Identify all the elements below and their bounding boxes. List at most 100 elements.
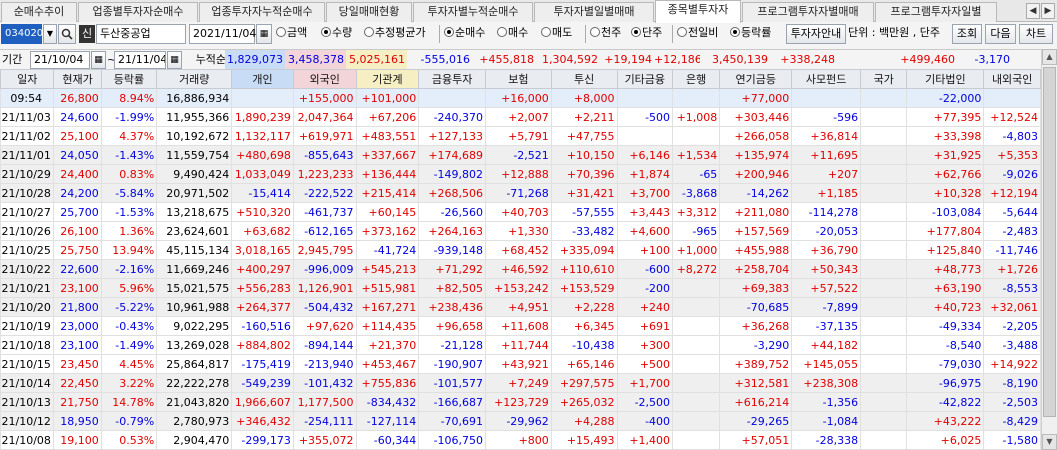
table-row[interactable]: 21/10/26 26,100 1.36% 23,624,601 +63,682 -612… — [0, 221, 1041, 241]
table-row[interactable]: 21/10/14 22,450 3.22% 22,222,278 -549,239 -10… — [0, 373, 1041, 393]
radio-prev[interactable]: 전일비 — [677, 24, 718, 44]
stock-code-input[interactable]: 034020 — [1, 24, 43, 44]
tab-8[interactable]: 프로그램투자자일별 — [875, 2, 997, 22]
table-row[interactable]: 21/10/12 18,950 -0.79% 2,780,973 +346,432 -25… — [0, 411, 1041, 431]
column-header[interactable]: 일자 — [0, 69, 55, 89]
column-header[interactable]: 국가 — [860, 69, 908, 89]
date-input[interactable]: 2021/11/04 — [189, 24, 256, 44]
radio-sell-dot[interactable] — [541, 27, 551, 37]
scroll-thumb[interactable] — [1043, 67, 1056, 417]
tab-prev-icon[interactable]: ◀ — [1026, 3, 1040, 19]
column-header[interactable]: 보험 — [485, 69, 552, 89]
radio-rate-dot[interactable] — [730, 27, 740, 37]
column-header[interactable]: 기타법인 — [906, 69, 985, 89]
radio-net-dot[interactable] — [444, 27, 454, 37]
radio-single-dot[interactable] — [631, 27, 641, 37]
radio-amount[interactable]: 금액 — [276, 24, 307, 44]
column-header[interactable]: 외국인 — [292, 69, 357, 89]
radio-net[interactable]: 순매수 — [444, 24, 485, 44]
table-row[interactable]: 21/10/19 23,000 -0.43% 9,022,295 -160,516 +97… — [0, 316, 1041, 336]
column-header[interactable]: 사모펀드 — [791, 69, 862, 89]
tab-6[interactable]: 종목별투자자 — [655, 0, 741, 23]
dropdown-icon[interactable]: ▼ — [43, 24, 57, 44]
scroll-up-icon[interactable]: ▲ — [1042, 49, 1057, 65]
column-header[interactable]: 거래량 — [156, 69, 233, 89]
radio-avg[interactable]: 추정평균가 — [364, 24, 426, 44]
radio-thousand[interactable]: 천주 — [590, 24, 621, 44]
tab-next-icon[interactable]: ▶ — [1041, 3, 1055, 19]
column-header[interactable]: 기타금융 — [616, 69, 674, 89]
table-row[interactable]: 09:54 26,800 8.94% 16,886,934 +155,000 +101,0… — [0, 88, 1041, 108]
cumulative-value: 5,025,161 — [346, 50, 407, 70]
table-cell — [860, 107, 908, 127]
chart-button[interactable]: 차트 — [1019, 24, 1053, 44]
table-row[interactable]: 21/10/18 23,100 -1.49% 13,269,028 +884,802 -8… — [0, 335, 1041, 355]
search-button[interactable]: 조회 — [952, 24, 982, 44]
column-header[interactable]: 투신 — [550, 69, 618, 89]
table-row[interactable]: 21/11/03 24,600 -1.99% 11,955,366 1,890,239 2… — [0, 107, 1041, 127]
table-row[interactable]: 21/10/15 23,450 4.45% 25,864,817 -175,419 -21… — [0, 354, 1041, 374]
tab-5[interactable]: 투자자별일별매매 — [534, 2, 654, 22]
column-header[interactable]: 금융투자 — [418, 69, 487, 89]
radio-sell[interactable]: 매도 — [541, 24, 572, 44]
column-header[interactable]: 내외국인 — [983, 69, 1041, 89]
table-cell: -9,026 — [983, 164, 1041, 184]
period-to-input[interactable]: 21/11/04 — [114, 51, 166, 69]
column-header[interactable]: 기관계 — [355, 69, 420, 89]
tab-0[interactable]: 순매수추이 — [1, 2, 77, 22]
table-row[interactable]: 21/10/25 25,750 13.94% 45,115,134 3,018,165 2… — [0, 240, 1041, 260]
column-header[interactable]: 은행 — [672, 69, 721, 89]
table-cell: 10,192,672 — [156, 126, 233, 146]
vertical-scrollbar[interactable]: ▲ ▼ — [1041, 49, 1057, 450]
table-row[interactable]: 21/11/02 25,100 4.37% 10,192,672 1,132,117 +6… — [0, 126, 1041, 146]
scroll-down-icon[interactable]: ▼ — [1042, 434, 1057, 450]
table-cell — [672, 278, 721, 298]
tab-7[interactable]: 프로그램투자자별매매 — [742, 2, 874, 22]
radio-qty-dot[interactable] — [321, 27, 331, 37]
table-row[interactable]: 21/10/27 25,700 -1.53% 13,218,675 +510,320 -4… — [0, 202, 1041, 222]
radio-amount-dot[interactable] — [276, 27, 286, 37]
table-cell — [860, 202, 908, 222]
cumulative-value: +455,818 — [479, 53, 534, 66]
column-header[interactable]: 현재가 — [53, 69, 102, 89]
tab-1[interactable]: 업종별투자자순매수 — [78, 2, 198, 22]
calendar-icon[interactable]: ▦ — [167, 51, 182, 69]
investor-guide-button[interactable]: 투자자안내 — [786, 24, 846, 44]
period-from-input[interactable]: 21/10/04 — [30, 51, 90, 69]
tab-2[interactable]: 업종투자자누적순매수 — [199, 2, 325, 22]
radio-qty[interactable]: 수량 — [321, 24, 352, 44]
table-cell: +556,283 — [231, 278, 294, 298]
tab-4[interactable]: 투자자별누적순매수 — [413, 2, 533, 22]
column-header[interactable]: 개인 — [231, 69, 294, 89]
table-cell: +373,162 — [355, 221, 420, 241]
column-header[interactable]: 등락률 — [100, 69, 158, 89]
table-cell — [672, 373, 721, 393]
radio-rate[interactable]: 등락률 — [730, 24, 771, 44]
table-cell: 3,018,165 — [231, 240, 294, 260]
table-row[interactable]: 21/10/08 19,100 0.53% 2,904,470 -299,173 +355… — [0, 430, 1041, 450]
calendar-icon[interactable]: ▦ — [256, 24, 272, 44]
table-row[interactable]: 21/10/13 21,750 14.78% 21,043,820 1,966,607 1… — [0, 392, 1041, 412]
table-row[interactable]: 21/10/22 22,600 -2.16% 11,669,246 +400,297 -9… — [0, 259, 1041, 279]
search-icon[interactable] — [58, 24, 76, 44]
table-cell: -60,344 — [355, 430, 420, 450]
calendar-icon[interactable]: ▦ — [91, 51, 106, 69]
tab-3[interactable]: 당일매매현황 — [326, 2, 412, 22]
radio-thousand-dot[interactable] — [590, 27, 600, 37]
table-row[interactable]: 21/10/28 24,200 -5.84% 20,971,502 -15,414 -22… — [0, 183, 1041, 203]
column-header[interactable]: 연기금등 — [719, 69, 793, 89]
next-button[interactable]: 다음 — [985, 24, 1016, 44]
table-row[interactable]: 21/11/01 24,050 -1.43% 11,559,754 +480,698 -8… — [0, 145, 1041, 165]
table-row[interactable]: 21/10/29 24,400 0.83% 9,490,424 1,033,049 1,2… — [0, 164, 1041, 184]
radio-single[interactable]: 단주 — [631, 24, 662, 44]
radio-prev-dot[interactable] — [677, 27, 687, 37]
table-cell: +2,007 — [485, 107, 552, 127]
radio-avg-dot[interactable] — [364, 27, 374, 37]
table-cell: -11,746 — [983, 240, 1041, 260]
table-cell: +57,522 — [791, 278, 862, 298]
table-row[interactable]: 21/10/20 21,800 -5.22% 10,961,988 +264,377 -5… — [0, 297, 1041, 317]
radio-buy[interactable]: 매수 — [497, 24, 528, 44]
table-cell: -71,268 — [485, 183, 552, 203]
radio-buy-dot[interactable] — [497, 27, 507, 37]
table-row[interactable]: 21/10/21 23,100 5.96% 15,021,575 +556,283 1,1… — [0, 278, 1041, 298]
